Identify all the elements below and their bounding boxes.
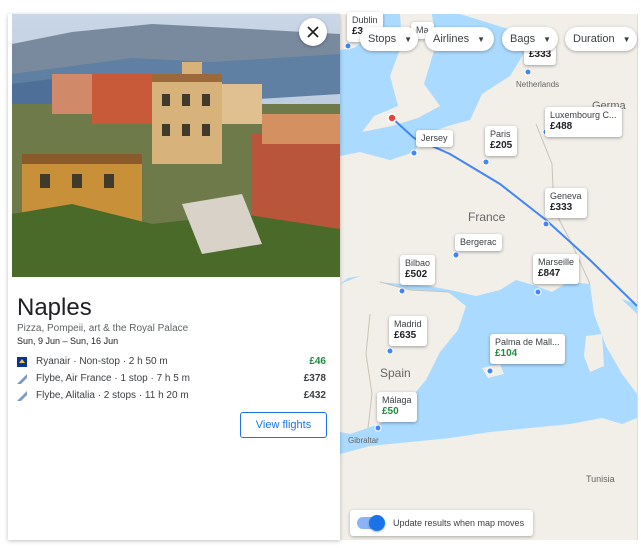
map-land-continent bbox=[340, 14, 637, 304]
map-tag-geneva[interactable]: Geneva £333 bbox=[545, 188, 587, 218]
tag-price: £205 bbox=[490, 140, 513, 152]
close-button[interactable] bbox=[299, 18, 327, 46]
update-map-toggle-bar: Update results when map moves bbox=[350, 510, 533, 536]
trip-dates: Sun, 9 Jun – Sun, 16 Jun bbox=[17, 336, 119, 346]
map-tag-madrid[interactable]: Madrid £635 bbox=[389, 316, 427, 346]
tag-name: Palma de Mall... bbox=[495, 337, 560, 347]
destination-card: Naples Pizza, Pompeii, art & the Royal P… bbox=[8, 14, 340, 540]
tag-name: Jersey bbox=[421, 133, 448, 143]
filter-bags-label: Bags bbox=[510, 33, 536, 45]
map[interactable]: France Spain Netherlands Tunisia Gibralt… bbox=[340, 14, 638, 540]
update-map-toggle[interactable] bbox=[357, 515, 385, 531]
flight-option[interactable]: Flybe, Air France · 1 stop · 7 h 5 m £37… bbox=[17, 370, 326, 387]
flight-price: £46 bbox=[309, 356, 326, 367]
map-tag-paris[interactable]: Paris £205 bbox=[485, 126, 518, 156]
dot-palma bbox=[486, 367, 494, 375]
chevron-down-icon: ▼ bbox=[543, 34, 551, 44]
flight-option[interactable]: Flybe, Alitalia · 2 stops · 11 h 20 m £4… bbox=[17, 387, 326, 404]
flight-summary: Flybe, Alitalia · 2 stops · 11 h 20 m bbox=[36, 390, 189, 401]
flight-price: £432 bbox=[303, 390, 326, 401]
map-label-france: France bbox=[468, 210, 506, 224]
flight-option[interactable]: Ryanair · Non-stop · 2 h 50 m £46 bbox=[17, 353, 326, 370]
tag-name: Madrid bbox=[394, 319, 422, 329]
tag-price: £104 bbox=[495, 348, 518, 360]
filter-duration-label: Duration bbox=[573, 33, 615, 45]
close-icon bbox=[307, 26, 319, 38]
flight-summary: Flybe, Air France · 1 stop · 7 h 5 m bbox=[36, 373, 190, 384]
dot-madrid bbox=[386, 347, 394, 355]
map-tag-bilbao[interactable]: Bilbao £502 bbox=[400, 255, 436, 285]
dot-bergerac bbox=[452, 251, 460, 259]
tag-name: Dublin bbox=[352, 15, 378, 25]
origin-marker bbox=[387, 113, 397, 123]
tag-name: Bergerac bbox=[460, 237, 497, 247]
tag-price: £488 bbox=[550, 121, 573, 133]
chevron-down-icon: ▼ bbox=[404, 34, 413, 44]
filter-stops-label: Stops bbox=[368, 33, 397, 45]
tag-price: £333 bbox=[550, 202, 573, 214]
naples-photo-illustration bbox=[12, 14, 340, 277]
dot-dublin bbox=[344, 42, 352, 50]
filter-airlines[interactable]: Airlines ▼ bbox=[425, 27, 494, 51]
airline-logo-icon bbox=[17, 373, 27, 384]
tag-price: £502 bbox=[405, 269, 428, 281]
tag-price: £50 bbox=[382, 406, 399, 418]
map-label-spain: Spain bbox=[380, 366, 411, 380]
view-flights-button[interactable]: View flights bbox=[240, 412, 327, 438]
tag-name: Paris bbox=[490, 129, 511, 139]
tag-name: Bilbao bbox=[405, 258, 431, 268]
dot-jersey bbox=[410, 149, 418, 157]
map-tag-malaga[interactable]: Málaga £50 bbox=[377, 392, 417, 422]
destination-photo bbox=[12, 14, 340, 277]
tag-name: Luxembourg C... bbox=[550, 110, 617, 120]
dot-malaga bbox=[374, 424, 382, 432]
filter-stops[interactable]: Stops ▼ bbox=[360, 27, 418, 51]
map-tag-bergerac[interactable]: Bergerac bbox=[455, 234, 502, 252]
tag-price: £847 bbox=[538, 268, 561, 280]
tag-price: £635 bbox=[394, 330, 417, 342]
map-canvas bbox=[340, 14, 637, 540]
map-tag-marseille[interactable]: Marseille £847 bbox=[533, 254, 580, 284]
map-label-tunisia: Tunisia bbox=[586, 474, 615, 484]
map-label-netherlands: Netherlands bbox=[516, 80, 560, 89]
flight-price: £378 bbox=[303, 373, 326, 384]
map-tag-jersey[interactable]: Jersey bbox=[416, 130, 453, 148]
chevron-down-icon: ▼ bbox=[477, 34, 485, 44]
map-land-sardinia bbox=[584, 334, 604, 372]
dot-ams bbox=[524, 68, 532, 76]
filter-airlines-label: Airlines bbox=[433, 33, 470, 45]
tag-name: Geneva bbox=[550, 191, 582, 201]
filter-bags[interactable]: Bags ▼ bbox=[502, 27, 558, 51]
dot-bilbao bbox=[398, 287, 406, 295]
dot-geneva bbox=[542, 220, 550, 228]
map-label-gibraltar: Gibraltar bbox=[348, 436, 379, 445]
map-tag-palma[interactable]: Palma de Mall... £104 bbox=[490, 334, 565, 364]
tag-name: Marseille bbox=[538, 257, 575, 267]
flight-summary: Ryanair · Non-stop · 2 h 50 m bbox=[36, 356, 168, 367]
airline-logo-icon bbox=[17, 390, 27, 401]
ryanair-logo-icon bbox=[17, 356, 27, 367]
destination-tagline: Pizza, Pompeii, art & the Royal Palace bbox=[17, 323, 189, 334]
dot-paris bbox=[482, 158, 490, 166]
tag-name: Málaga bbox=[382, 395, 412, 405]
filter-duration[interactable]: Duration ▼ bbox=[565, 27, 637, 51]
dot-marseille bbox=[534, 288, 542, 296]
toggle-label: Update results when map moves bbox=[393, 518, 525, 528]
chevron-down-icon: ▼ bbox=[622, 34, 631, 44]
destination-title: Naples bbox=[17, 294, 92, 321]
toggle-knob bbox=[369, 515, 385, 531]
flight-options: Ryanair · Non-stop · 2 h 50 m £46 Flybe,… bbox=[17, 353, 326, 404]
app-frame: France Spain Netherlands Tunisia Gibralt… bbox=[0, 0, 641, 548]
map-tag-luxembourg[interactable]: Luxembourg C... £488 bbox=[545, 107, 622, 137]
